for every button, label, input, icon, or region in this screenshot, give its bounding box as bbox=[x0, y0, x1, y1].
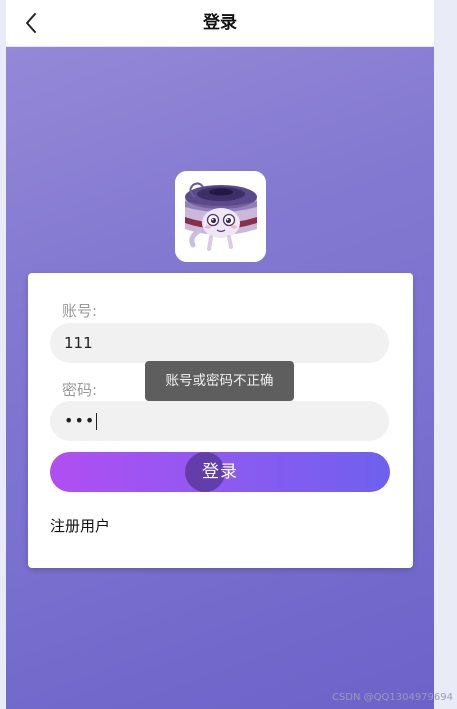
screen: 登录 账号: 111 密码: ••• 账号或密码不正确 登录 注册用户 CSDN… bbox=[0, 0, 457, 709]
password-value: ••• bbox=[64, 411, 96, 430]
app-logo bbox=[175, 171, 266, 262]
password-input[interactable]: ••• bbox=[50, 401, 389, 441]
account-label: 账号: bbox=[62, 302, 98, 320]
mascot-avatar-icon bbox=[175, 171, 266, 262]
navbar: 登录 bbox=[6, 0, 434, 47]
account-value: 111 bbox=[64, 334, 93, 352]
register-link[interactable]: 注册用户 bbox=[50, 515, 110, 536]
app-view: 登录 账号: 111 密码: ••• 账号或密码不正确 登录 注册用户 bbox=[6, 0, 434, 709]
password-label: 密码: bbox=[62, 381, 98, 399]
login-button-label: 登录 bbox=[202, 462, 238, 482]
error-toast: 账号或密码不正确 bbox=[145, 361, 294, 401]
text-caret bbox=[96, 413, 98, 430]
login-card: 账号: 111 密码: ••• 账号或密码不正确 登录 注册用户 bbox=[28, 273, 413, 568]
login-button[interactable]: 登录 bbox=[50, 452, 390, 492]
watermark: CSDN @QQ1304979694 bbox=[331, 692, 453, 703]
page-title: 登录 bbox=[203, 13, 237, 33]
password-value-wrap: ••• bbox=[64, 401, 98, 441]
account-input[interactable]: 111 bbox=[50, 323, 389, 363]
